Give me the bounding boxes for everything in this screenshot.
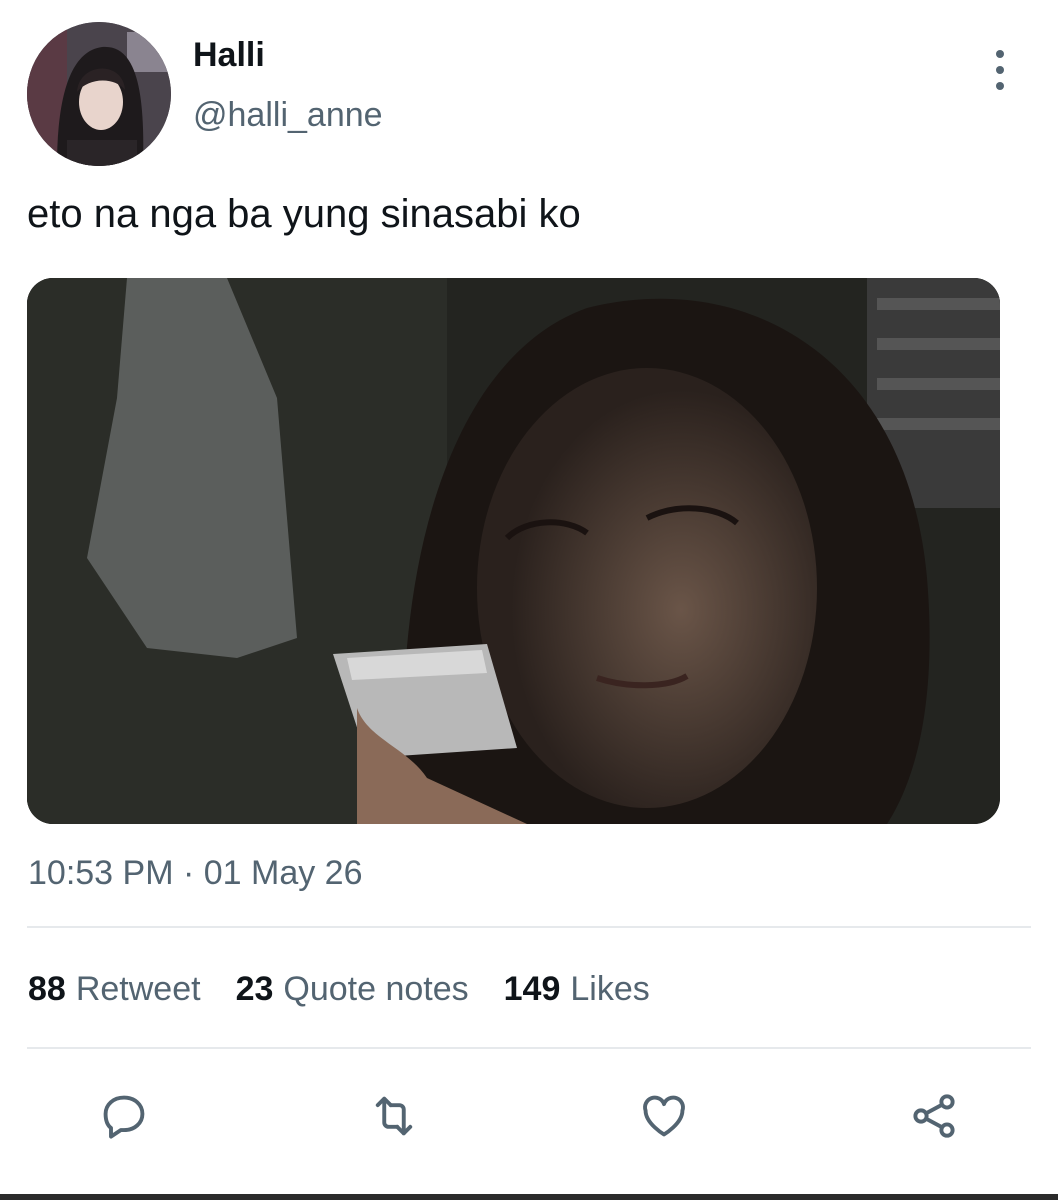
stat-label: Quote notes [283, 970, 469, 1008]
divider [27, 1047, 1031, 1049]
bottom-edge [0, 1194, 1058, 1200]
tweet-timestamp[interactable]: 10:53 PM · 01 May 26 [28, 854, 363, 893]
media-photo [27, 278, 1000, 824]
like-icon [643, 1095, 685, 1137]
like-button[interactable] [636, 1088, 692, 1144]
retweet-button[interactable] [366, 1088, 422, 1144]
more-dot-icon [996, 66, 1004, 74]
retweet-count[interactable]: 88 Retweet [28, 970, 201, 1009]
user-handle[interactable]: @halli_anne [193, 96, 383, 135]
tweet-text: eto na nga ba yung sinasabi ko [27, 192, 581, 236]
more-dot-icon [996, 50, 1004, 58]
avatar[interactable] [27, 22, 171, 166]
stat-label: Likes [570, 970, 650, 1008]
divider [27, 926, 1031, 928]
stat-count: 88 [28, 970, 66, 1008]
avatar-image [27, 22, 171, 166]
more-options-button[interactable] [982, 50, 1018, 90]
tweet-media-image[interactable] [27, 278, 1000, 824]
stat-count: 149 [503, 970, 561, 1008]
action-bar [0, 1088, 1058, 1144]
quote-count[interactable]: 23 Quote notes [236, 970, 469, 1009]
display-name[interactable]: Halli [193, 36, 265, 75]
share-icon [913, 1094, 955, 1138]
like-count[interactable]: 149 Likes [504, 970, 650, 1009]
more-dot-icon [996, 82, 1004, 90]
stat-label: Retweet [75, 970, 201, 1008]
stat-count: 23 [235, 970, 274, 1008]
engagement-stats: 88 Retweet 23 Quote notes 149 Likes [28, 970, 685, 1009]
reply-button[interactable] [96, 1088, 152, 1144]
retweet-icon [375, 1096, 413, 1136]
share-button[interactable] [906, 1088, 962, 1144]
reply-icon [103, 1095, 145, 1139]
